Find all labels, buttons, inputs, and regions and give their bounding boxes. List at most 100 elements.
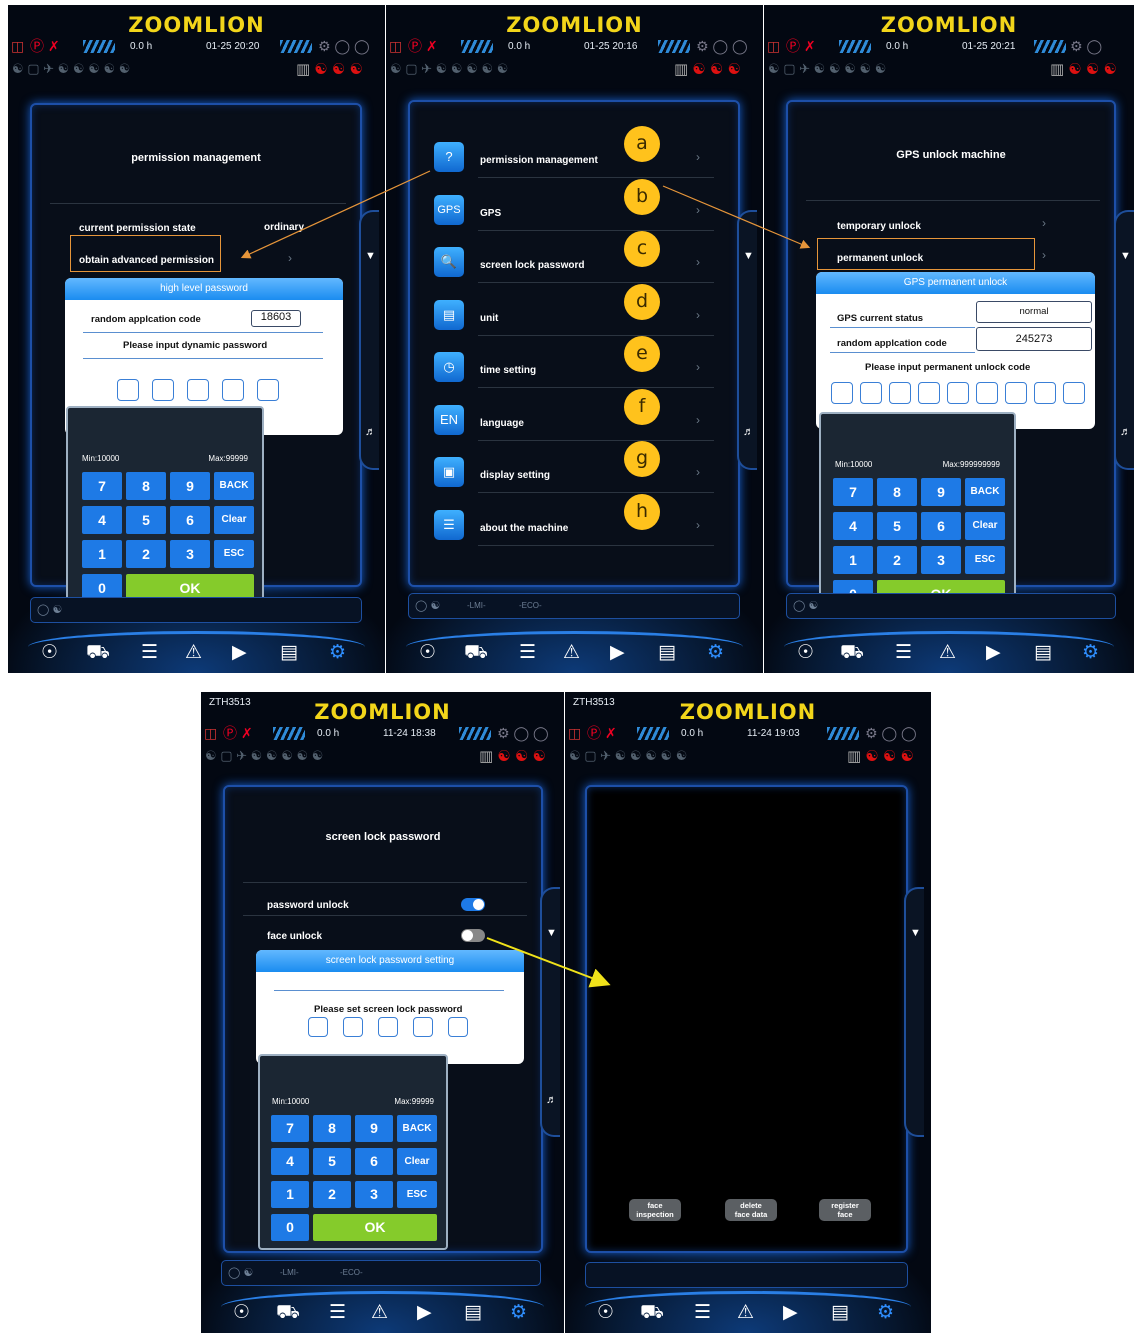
steering-wheel-icon[interactable]: ☉ [41,643,58,663]
key-4[interactable]: 4 [82,506,122,534]
key-7[interactable]: 7 [833,478,873,506]
cross-warning-icon: ✗ [804,38,816,54]
gear-icon[interactable]: ⚙ [707,643,724,663]
password-input-boxes[interactable] [308,1017,468,1037]
play-icon[interactable]: ▶ [610,643,625,663]
key-9[interactable]: 9 [921,478,961,506]
password-unlock-toggle[interactable] [461,898,485,911]
settings-sliders-icon[interactable]: ☰ [141,643,158,663]
face-inspection-button[interactable]: face inspection [629,1199,681,1221]
key-clear[interactable]: Clear [397,1148,437,1175]
warning-icon[interactable]: ⚠ [939,643,956,663]
key-clear[interactable]: Clear [965,512,1005,540]
menu-item-language[interactable]: EN language › f [430,388,722,441]
settings-sliders-icon[interactable]: ☰ [694,1303,711,1323]
warning-icon[interactable]: ⚠ [737,1303,754,1323]
menu-item-unit[interactable]: ▤ unit › d [430,283,722,336]
warning-lamps-icon: ⚙ ◯ ◯ [865,725,917,741]
heater-icon[interactable]: ▤ [658,643,676,663]
play-icon[interactable]: ▶ [783,1303,798,1323]
machine-icon[interactable]: ⛟ [640,1303,664,1323]
heater-icon[interactable]: ▤ [280,643,298,663]
key-7[interactable]: 7 [82,472,122,500]
key-9[interactable]: 9 [355,1115,393,1142]
settings-sliders-icon[interactable]: ☰ [329,1303,346,1323]
key-8[interactable]: 8 [313,1115,351,1142]
brand-logo: ZOOMLION [128,13,265,37]
key-esc[interactable]: ESC [965,546,1005,574]
heater-icon[interactable]: ▤ [1034,643,1052,663]
chevron-right-icon: › [1042,216,1046,230]
menu-item-permission-management[interactable]: ? permission management › a [430,126,722,178]
key-3[interactable]: 3 [355,1181,393,1208]
load-icon: ▼ [910,927,921,939]
key-4[interactable]: 4 [271,1148,309,1175]
machine-icon[interactable]: ⛟ [840,643,864,663]
ok-button[interactable]: OK [313,1214,437,1241]
key-2[interactable]: 2 [877,546,917,574]
warning-icon[interactable]: ⚠ [185,643,202,663]
key-8[interactable]: 8 [126,472,166,500]
menu-item-about-the-machine[interactable]: ☰ about the machine › h [430,493,722,546]
temporary-unlock[interactable]: temporary unlock [837,221,921,232]
gps-status-value: normal [976,301,1092,323]
steering-wheel-icon[interactable]: ☉ [597,1303,614,1323]
play-icon[interactable]: ▶ [417,1303,432,1323]
register-face-button[interactable]: register face [819,1199,871,1221]
face-unlock-toggle[interactable] [461,929,485,942]
warning-icon[interactable]: ⚠ [563,643,580,663]
status-header: ◫ Ⓟ ✗ 0.0 h 01-25 20:16 ⚙ ◯ ◯ [386,35,763,59]
key-1[interactable]: 1 [82,540,122,568]
key-8[interactable]: 8 [877,478,917,506]
steering-wheel-icon[interactable]: ☉ [233,1303,250,1323]
key-1[interactable]: 1 [271,1181,309,1208]
key-5[interactable]: 5 [126,506,166,534]
key-esc[interactable]: ESC [214,540,254,568]
gear-icon[interactable]: ⚙ [329,643,346,663]
play-icon[interactable]: ▶ [232,643,247,663]
menu-item-screen-lock-password[interactable]: 🔍 screen lock password › c [430,231,722,283]
heater-icon[interactable]: ▤ [831,1303,849,1323]
delete-face-data-button[interactable]: delete face data [725,1199,777,1221]
key-7[interactable]: 7 [271,1115,309,1142]
annotation-badge: f [624,388,660,425]
settings-sliders-icon[interactable]: ☰ [519,643,536,663]
key-6[interactable]: 6 [170,506,210,534]
key-2[interactable]: 2 [126,540,166,568]
play-icon[interactable]: ▶ [986,643,1001,663]
heater-icon[interactable]: ▤ [464,1303,482,1323]
key-back[interactable]: BACK [397,1115,437,1142]
machine-icon[interactable]: ⛟ [86,643,110,663]
gear-icon[interactable]: ⚙ [510,1303,527,1323]
settings-sliders-icon[interactable]: ☰ [895,643,912,663]
key-5[interactable]: 5 [877,512,917,540]
key-6[interactable]: 6 [355,1148,393,1175]
key-back[interactable]: BACK [214,472,254,500]
password-input-boxes[interactable] [117,379,279,401]
key-back[interactable]: BACK [965,478,1005,506]
key-1[interactable]: 1 [833,546,873,574]
key-2[interactable]: 2 [313,1181,351,1208]
key-9[interactable]: 9 [170,472,210,500]
key-3[interactable]: 3 [921,546,961,574]
warning-icon[interactable]: ⚠ [371,1303,388,1323]
menu-item-GPS[interactable]: GPS GPS › b [430,178,722,231]
machine-icon[interactable]: ⛟ [276,1303,300,1323]
key-4[interactable]: 4 [833,512,873,540]
machine-icon[interactable]: ⛟ [464,643,488,663]
key-esc[interactable]: ESC [397,1181,437,1208]
load-icon: ▼ [365,250,376,262]
key-5[interactable]: 5 [313,1148,351,1175]
key-6[interactable]: 6 [921,512,961,540]
steering-wheel-icon[interactable]: ☉ [419,643,436,663]
menu-item-time-setting[interactable]: ◷ time setting › e [430,336,722,388]
steering-wheel-icon[interactable]: ☉ [797,643,814,663]
key-3[interactable]: 3 [170,540,210,568]
battery-icon: ◫ [767,38,781,54]
menu-item-display-setting[interactable]: ▣ display setting › g [430,441,722,493]
unlock-code-input-boxes[interactable] [831,382,1085,404]
key-clear[interactable]: Clear [214,506,254,534]
gear-icon[interactable]: ⚙ [877,1303,894,1323]
gear-icon[interactable]: ⚙ [1082,643,1099,663]
key-0[interactable]: 0 [271,1214,309,1241]
